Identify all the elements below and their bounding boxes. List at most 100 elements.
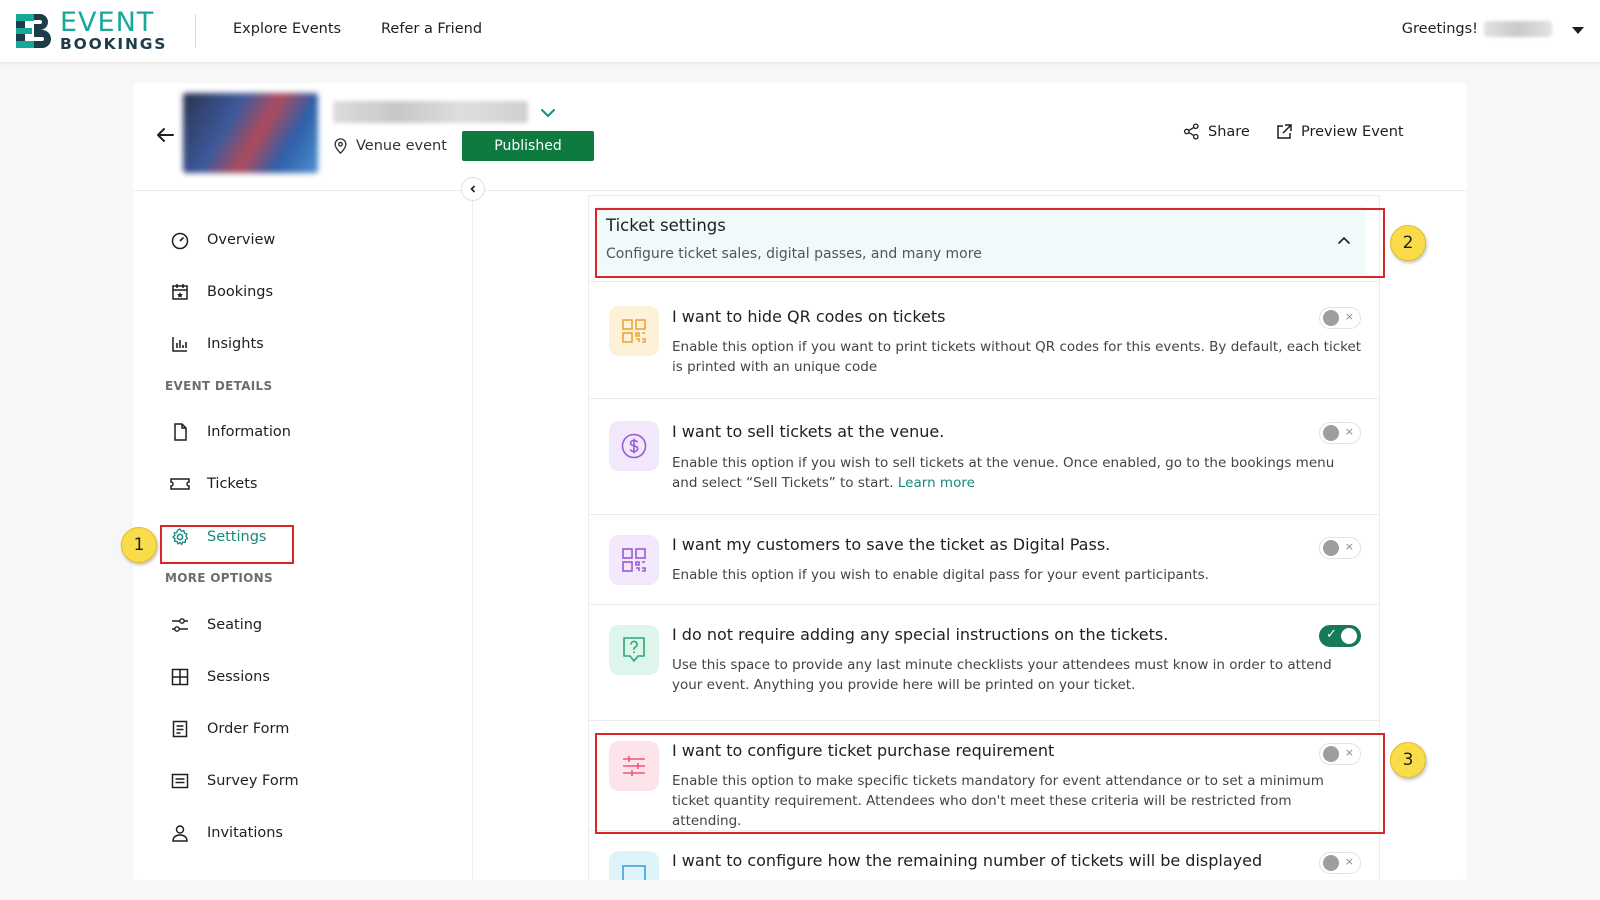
qr-code-icon: [609, 535, 659, 585]
nav-explore-events[interactable]: Explore Events: [233, 21, 341, 37]
preview-event-button[interactable]: Preview Event: [1275, 123, 1404, 141]
toggle-knob: [1323, 540, 1339, 556]
top-bar: EVENT BOOKINGS Explore Events Refer a Fr…: [0, 0, 1600, 62]
close-icon: ×: [1344, 310, 1354, 323]
event-header: Venue event Published Share Preview Even…: [133, 83, 1467, 191]
logo-line2: BOOKINGS: [60, 35, 168, 54]
setting-row-digital-pass: I want my customers to save the ticket a…: [589, 514, 1379, 604]
hide-qr-toggle[interactable]: ×: [1319, 307, 1361, 329]
setting-title: I want to configure how the remaining nu…: [672, 851, 1263, 870]
sidebar-item-tickets[interactable]: Tickets: [169, 471, 257, 497]
greeting-text: Greetings!: [1401, 21, 1478, 37]
event-bookings-logo[interactable]: EVENT BOOKINGS: [14, 7, 168, 54]
toggle-knob: [1323, 425, 1339, 441]
user-name-redacted: [1484, 21, 1552, 37]
callout-3: 3: [1390, 742, 1426, 778]
sidebar-item-invitations[interactable]: Invitations: [169, 820, 283, 846]
setting-description: Enable this option if you want to print …: [672, 339, 1362, 375]
toggle-knob: [1341, 628, 1357, 644]
section-more-options: MORE OPTIONS: [165, 571, 273, 585]
grid-icon: [169, 666, 191, 688]
sidebar-item-label: Sessions: [207, 669, 270, 685]
collapse-sidebar-button[interactable]: [461, 177, 485, 201]
sidebar-item-label: Seating: [207, 617, 263, 633]
sidebar-item-seating[interactable]: Seating: [169, 612, 262, 638]
setting-row-remaining-tickets: I want to configure how the remaining nu…: [589, 830, 1379, 880]
event-thumbnail: [183, 93, 318, 173]
ticket-settings-panel: Ticket settings Configure ticket sales, …: [588, 195, 1380, 880]
user-icon: [169, 822, 191, 844]
calendar-icon: [169, 281, 191, 303]
gear-icon: [169, 526, 191, 548]
chevron-left-icon: [470, 185, 476, 193]
check-icon: ✓: [1326, 627, 1337, 642]
callout-2: 2: [1390, 225, 1426, 261]
sidebar-item-label: Information: [207, 424, 291, 440]
sidebar-item-label: Bookings: [207, 284, 274, 300]
back-arrow-icon[interactable]: [153, 123, 177, 147]
share-button[interactable]: Share: [1183, 123, 1250, 140]
special-instructions-toggle[interactable]: ✓: [1319, 625, 1361, 647]
user-menu-caret-icon[interactable]: [1572, 27, 1584, 34]
setting-title: I want to configure ticket purchase requ…: [672, 741, 1055, 760]
event-management-card: Venue event Published Share Preview Even…: [133, 83, 1467, 880]
panel-subtitle: Configure ticket sales, digital passes, …: [606, 246, 982, 262]
setting-row-sell-at-venue: I want to sell tickets at the venue. Ena…: [589, 398, 1379, 514]
ticket-settings-header[interactable]: Ticket settings Configure ticket sales, …: [596, 206, 1366, 274]
panel-title: Ticket settings: [606, 216, 726, 235]
sidebar-item-information[interactable]: Information: [169, 419, 291, 445]
close-icon: ×: [1344, 746, 1354, 759]
sidebar-item-order-form[interactable]: Order Form: [169, 716, 289, 742]
question-icon: [609, 625, 659, 675]
close-icon: ×: [1344, 540, 1354, 553]
sidebar-item-settings[interactable]: Settings: [169, 524, 266, 550]
chevron-down-icon[interactable]: [538, 103, 558, 123]
remaining-tickets-toggle[interactable]: ×: [1319, 852, 1361, 874]
purchase-requirement-toggle[interactable]: ×: [1319, 743, 1361, 765]
sliders-icon: [169, 614, 191, 636]
sidebar-item-bookings[interactable]: Bookings: [169, 279, 273, 305]
close-icon: ×: [1344, 855, 1354, 868]
toggle-knob: [1323, 310, 1339, 326]
setting-row-special-instructions: I do not require adding any special inst…: [589, 604, 1379, 720]
setting-description: Use this space to provide any last minut…: [672, 657, 1332, 693]
venue-type-label: Venue event: [356, 138, 447, 154]
share-label: Share: [1208, 123, 1250, 140]
setting-title: I do not require adding any special inst…: [672, 625, 1169, 644]
document-icon: [169, 421, 191, 443]
digital-pass-toggle[interactable]: ×: [1319, 537, 1361, 559]
setting-description: Enable this option if you wish to enable…: [672, 567, 1209, 583]
setting-description-text: Enable this option if you wish to sell t…: [672, 455, 1335, 491]
sidebar-item-survey-form[interactable]: Survey Form: [169, 768, 299, 794]
survey-icon: [169, 770, 191, 792]
sell-at-venue-toggle[interactable]: ×: [1319, 422, 1361, 444]
logo-divider: [195, 14, 196, 48]
sidebar-item-label: Survey Form: [207, 773, 299, 789]
location-pin-icon: [334, 138, 347, 154]
sidebar-item-label: Overview: [207, 232, 276, 248]
sidebar-item-label: Settings: [207, 529, 267, 545]
sidebar-item-sessions[interactable]: Sessions: [169, 664, 270, 690]
section-event-details: EVENT DETAILS: [165, 379, 273, 393]
ticket-icon: [169, 473, 191, 495]
logo-line1: EVENT: [60, 7, 155, 39]
status-badge: Published: [462, 131, 594, 161]
sidebar-item-overview[interactable]: Overview: [169, 227, 275, 253]
setting-description: Enable this option if you wish to sell t…: [672, 453, 1362, 493]
chevron-up-icon[interactable]: [1336, 234, 1352, 246]
bar-chart-icon: [169, 333, 191, 355]
setting-row-hide-qr: I want to hide QR codes on tickets Enabl…: [589, 281, 1379, 398]
learn-more-link[interactable]: Learn more: [898, 475, 975, 491]
setting-title: I want to hide QR codes on tickets: [672, 307, 946, 326]
setting-row-purchase-requirement: I want to configure ticket purchase requ…: [589, 720, 1379, 830]
external-link-icon: [1277, 124, 1292, 139]
setting-title: I want to sell tickets at the venue.: [672, 422, 945, 441]
event-title-redacted: [333, 101, 528, 123]
user-greeting[interactable]: Greetings!: [1402, 21, 1552, 37]
sidebar-item-insights[interactable]: Insights: [169, 331, 264, 357]
nav-refer-a-friend[interactable]: Refer a Friend: [381, 21, 482, 37]
setting-description: Enable this option to make specific tick…: [672, 773, 1324, 829]
logo-mark-icon: [14, 11, 54, 51]
dollar-icon: [609, 421, 659, 471]
venue-type: Venue event: [333, 138, 447, 154]
